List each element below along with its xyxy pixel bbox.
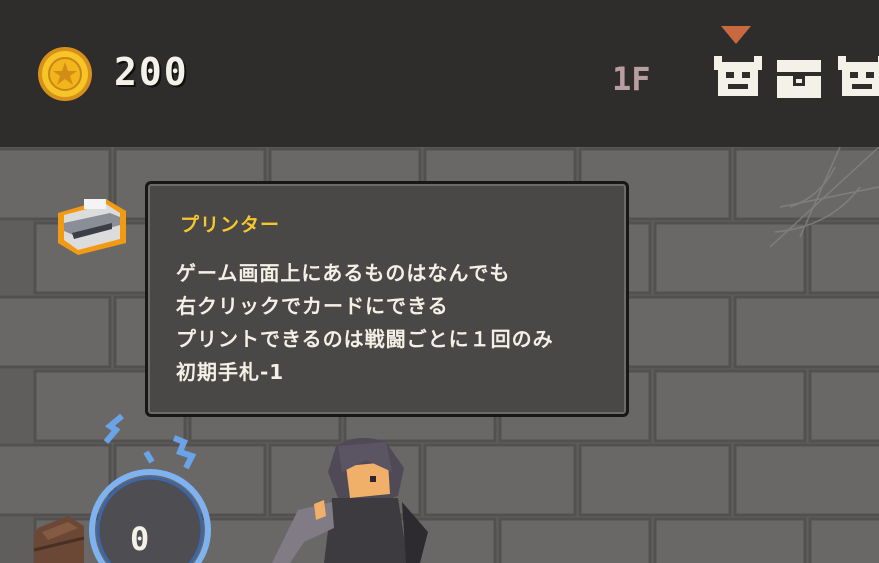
map-node-demon-icon[interactable] bbox=[836, 52, 879, 104]
energy-orb-icon bbox=[89, 413, 211, 563]
map-node-demon-icon[interactable] bbox=[712, 52, 764, 104]
floor-indicator: 1F bbox=[612, 60, 651, 98]
top-bar: 200 1F bbox=[0, 0, 879, 147]
description-line: プリントできるのは戦闘ごとに１回のみ bbox=[176, 327, 554, 351]
player-character bbox=[272, 437, 428, 563]
draw-pile-icon[interactable] bbox=[28, 510, 88, 563]
relic-tooltip: プリンター ゲーム画面上にあるものはなんでも 右クリックでカードにできる プリン… bbox=[145, 181, 629, 417]
gold-amount: 200 bbox=[114, 50, 189, 94]
current-position-marker-icon bbox=[721, 26, 751, 44]
energy-count: 0 bbox=[130, 520, 150, 558]
description-line: 初期手札-1 bbox=[176, 360, 285, 384]
relic-description: ゲーム画面上にあるものはなんでも 右クリックでカードにできる プリントできるのは… bbox=[176, 257, 554, 389]
map-node-chest-icon[interactable] bbox=[773, 52, 825, 104]
printer-icon[interactable] bbox=[50, 193, 130, 259]
description-line: ゲーム画面上にあるものはなんでも bbox=[176, 261, 511, 285]
description-line: 右クリックでカードにできる bbox=[176, 294, 449, 318]
relic-name: プリンター bbox=[180, 214, 281, 236]
coin-icon bbox=[38, 47, 92, 101]
